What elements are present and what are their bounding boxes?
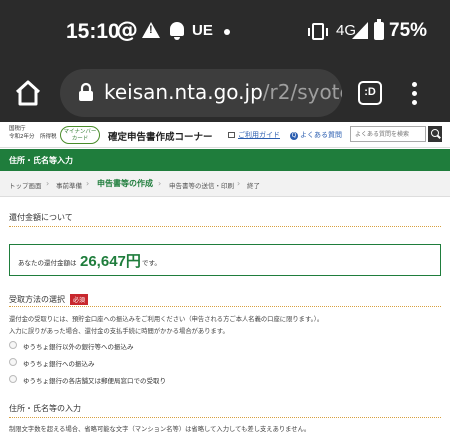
battery-percent: 75% [389, 20, 428, 41]
faq-link[interactable]: Q よくある質問 [290, 130, 342, 140]
section-divider [9, 306, 441, 307]
mynumber-card-badge: マイナンバー カード [60, 126, 100, 144]
address-note: 制限文字数を超える場合、省略可能な文字（マンション名等）は省略して入力しても差し… [9, 426, 311, 432]
url-text: keisan.nta.go.jp/r2/syotoku [104, 80, 342, 104]
url-host: keisan.nta.go.jp [104, 80, 263, 104]
step-send-print: 申告書等の送信・印刷 [169, 182, 234, 190]
tab-switcher-icon[interactable]: :D [358, 81, 382, 105]
step-preparation: 事前準備 [56, 182, 82, 190]
mynumber-line2: カード [71, 136, 89, 142]
faq-search-input[interactable] [350, 126, 426, 142]
receipt-note-2: 入力に誤りがあった場合、還付金の支払手続に時間がかかる場合があります。 [9, 328, 229, 335]
vibrate-icon [308, 23, 328, 40]
radio-label: ゆうちょ銀行以外の銀行等への振込み [23, 343, 134, 351]
section-divider [9, 226, 441, 227]
site-title: 確定申告書作成コーナー [108, 132, 213, 143]
guide-link[interactable]: ご利用ガイド [228, 130, 280, 140]
signal-icon [352, 22, 368, 39]
guide-link-label: ご利用ガイド [238, 131, 280, 139]
bell-icon [170, 22, 184, 40]
progress-steps: トップ画面 › 事前準備 › 申告書等の作成 › 申告書等の送信・印刷 › 終了 [0, 171, 450, 197]
book-icon [228, 132, 235, 138]
question-icon: Q [290, 132, 298, 140]
refund-label: あなたの還付金額は [18, 259, 77, 267]
url-path: /r2/syotoku [262, 80, 342, 104]
search-button[interactable] [428, 126, 442, 142]
refund-amount: 26,647円 [80, 253, 141, 270]
radio-circle[interactable] [9, 375, 17, 383]
faq-link-label: よくある質問 [300, 131, 342, 139]
page-title: 住所・氏名等入力 [0, 149, 450, 171]
refund-section-title: 還付金額について [9, 213, 73, 222]
status-carrier-text: UE [192, 22, 213, 39]
main-content: 還付金額について あなたの還付金額は 26,647円 です。 受取方法の選択 必… [0, 198, 450, 432]
chevron-right-icon: › [237, 179, 241, 188]
step-top: トップ画面 [9, 182, 42, 190]
agency-logo[interactable]: 国税庁 令和2年分 所得税 [9, 125, 57, 141]
warning-icon [142, 22, 160, 38]
browser-toolbar: keisan.nta.go.jp/r2/syotoku :D [0, 64, 450, 122]
address-bar[interactable]: keisan.nta.go.jp/r2/syotoku [60, 69, 342, 117]
status-bar: 15:10 @ UE 4G 75% [0, 0, 450, 64]
agency-name: 国税庁 [9, 126, 26, 132]
status-time: 15:10 [66, 20, 120, 43]
chevron-right-icon: › [86, 179, 90, 188]
tax-year: 令和2年分 所得税 [9, 134, 57, 140]
chevron-right-icon: › [46, 179, 50, 188]
step-create: 申告書等の作成 [97, 179, 153, 188]
lock-icon [79, 82, 93, 101]
radio-label: ゆうちょ銀行の各店舗又は郵便局窓口での受取り [23, 377, 166, 385]
home-icon[interactable] [14, 80, 42, 106]
at-icon: @ [116, 18, 138, 43]
radio-label: ゆうちょ銀行への振込み [23, 360, 95, 368]
mynumber-line1: マイナンバー [63, 129, 97, 135]
notification-dot-icon [224, 29, 230, 35]
address-section-title: 住所・氏名等の入力 [9, 404, 81, 413]
site-header: 国税庁 令和2年分 所得税 マイナンバー カード 確定申告書作成コーナー ご利用… [0, 122, 450, 148]
refund-suffix: です。 [142, 259, 161, 267]
section-divider [9, 417, 441, 418]
radio-circle[interactable] [9, 341, 17, 349]
receipt-note-1: 還付金の受取りには、預貯金口座への振込みをご利用ください（申告される方ご本人名義… [9, 316, 324, 323]
receipt-section-title: 受取方法の選択 [9, 295, 65, 304]
radio-circle[interactable] [9, 358, 17, 366]
required-badge: 必須 [70, 294, 89, 305]
battery-icon [374, 19, 384, 40]
refund-amount-box: あなたの還付金額は 26,647円 です。 [9, 244, 441, 276]
step-finish: 終了 [247, 182, 260, 190]
overflow-menu-icon[interactable] [412, 82, 418, 106]
chevron-right-icon: › [158, 179, 162, 188]
